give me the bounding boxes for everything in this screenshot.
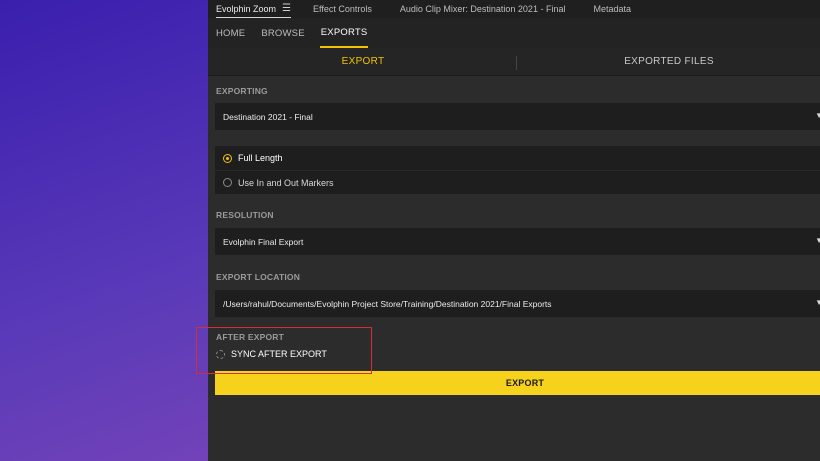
panel-tab-label: Evolphin Zoom	[216, 3, 277, 14]
subtab-export[interactable]: EXPORT	[208, 48, 518, 75]
panel-tab-metadata[interactable]: Metadata	[593, 0, 631, 18]
hamburger-menu-icon[interactable]: ☰	[282, 3, 291, 14]
panel-tab-label: Metadata	[593, 4, 631, 14]
exporting-sequence-select[interactable]: Destination 2021 - Final ▼	[215, 103, 820, 130]
export-location-select[interactable]: /Users/rahul/Documents/Evolphin Project …	[215, 290, 820, 317]
panel-tab-evolphin-zoom[interactable]: Evolphin Zoom ☰	[216, 0, 291, 18]
exporting-sequence-value: Destination 2021 - Final	[223, 111, 313, 122]
panel-tab-bar: Evolphin Zoom ☰ Effect Controls Audio Cl…	[208, 0, 820, 18]
after-export-label: AFTER EXPORT	[216, 332, 285, 342]
subtab-divider	[516, 56, 517, 70]
evolphin-zoom-panel: Evolphin Zoom ☰ Effect Controls Audio Cl…	[208, 0, 820, 461]
export-button[interactable]: EXPORT	[215, 371, 820, 395]
nav-browse[interactable]: BROWSE	[260, 18, 305, 48]
radio-label: Full Length	[238, 153, 283, 163]
export-location-label: EXPORT LOCATION	[216, 272, 301, 282]
nav-exports[interactable]: EXPORTS	[319, 18, 369, 48]
exporting-label: EXPORTING	[216, 86, 268, 96]
radio-use-in-out-markers[interactable]: Use In and Out Markers	[215, 170, 820, 194]
checkbox-unchecked-icon	[216, 349, 225, 359]
resolution-select[interactable]: Evolphin Final Export ▼	[215, 228, 820, 255]
resolution-label: RESOLUTION	[216, 210, 274, 220]
resolution-value: Evolphin Final Export	[223, 236, 304, 247]
main-nav: HOME BROWSE EXPORTS	[208, 18, 820, 48]
export-range-radio-group: Full Length Use In and Out Markers	[215, 146, 820, 194]
sync-after-export-option[interactable]: SYNC AFTER EXPORT	[208, 342, 820, 366]
radio-label: Use In and Out Markers	[238, 177, 334, 188]
chevron-down-icon: ▼	[815, 236, 820, 245]
subtab-exported-files[interactable]: EXPORTED FILES	[518, 48, 820, 75]
panel-tab-label: Audio Clip Mixer: Destination 2021 - Fin…	[399, 4, 566, 14]
export-subtabs: EXPORT EXPORTED FILES	[208, 48, 820, 76]
desktop-background	[0, 0, 208, 461]
chevron-down-icon: ▼	[815, 298, 820, 307]
radio-full-length[interactable]: Full Length	[215, 146, 820, 170]
panel-tab-effect-controls[interactable]: Effect Controls	[313, 0, 372, 18]
chevron-down-icon: ▼	[815, 111, 820, 120]
panel-tab-audio-clip-mixer[interactable]: Audio Clip Mixer: Destination 2021 - Fin…	[400, 0, 566, 18]
nav-home[interactable]: HOME	[215, 18, 246, 48]
sync-after-export-label: SYNC AFTER EXPORT	[231, 349, 327, 359]
export-location-value: /Users/rahul/Documents/Evolphin Project …	[223, 298, 552, 309]
radio-unchecked-icon	[223, 178, 232, 187]
radio-checked-icon	[223, 153, 232, 163]
panel-tab-label: Effect Controls	[313, 4, 372, 14]
